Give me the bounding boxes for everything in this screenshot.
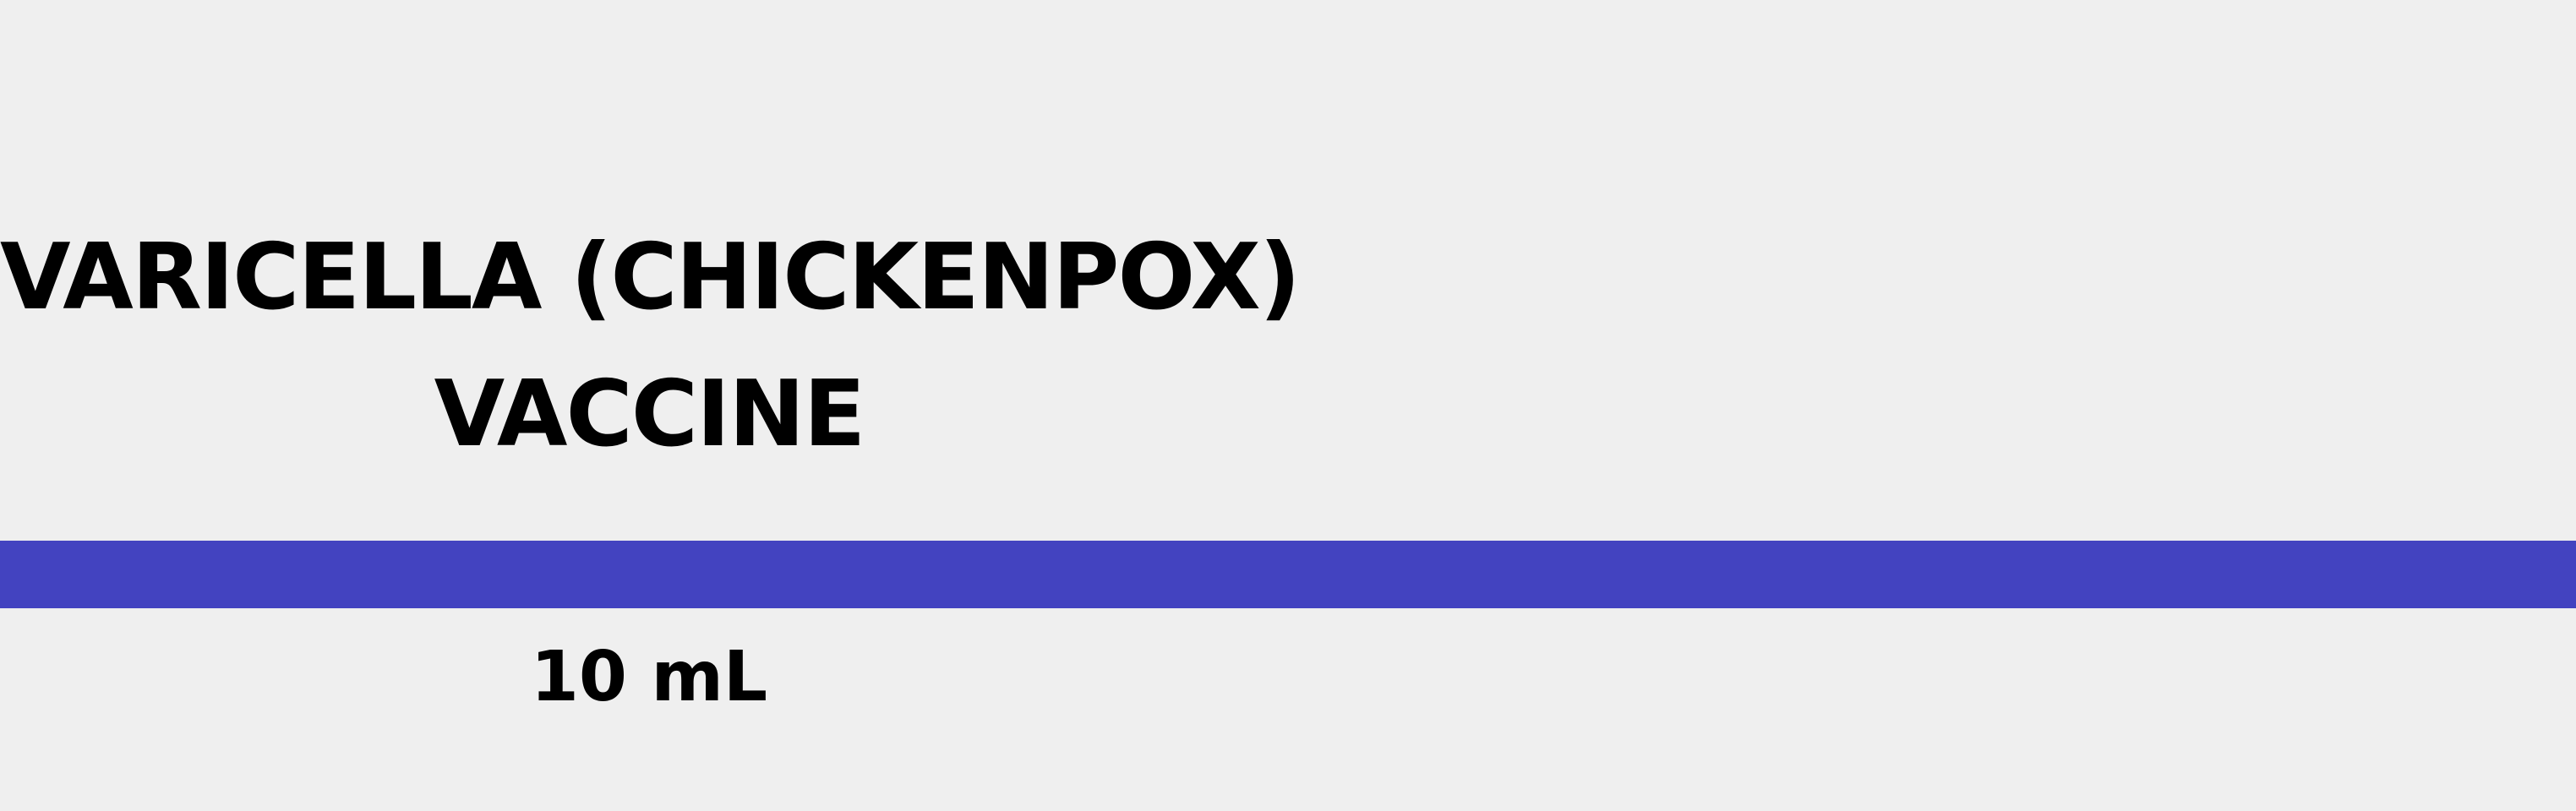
color-band — [0, 541, 2576, 608]
title-line-1: VARICELLA (CHICKENPOX) — [0, 225, 1301, 330]
vaccine-label: VARICELLA (CHICKENPOX) VACCINE 10 mL — [0, 0, 2576, 811]
vaccine-title: VARICELLA (CHICKENPOX) VACCINE — [0, 210, 1301, 483]
volume-text: 10 mL — [530, 637, 768, 717]
title-line-2: VACCINE — [434, 362, 866, 467]
